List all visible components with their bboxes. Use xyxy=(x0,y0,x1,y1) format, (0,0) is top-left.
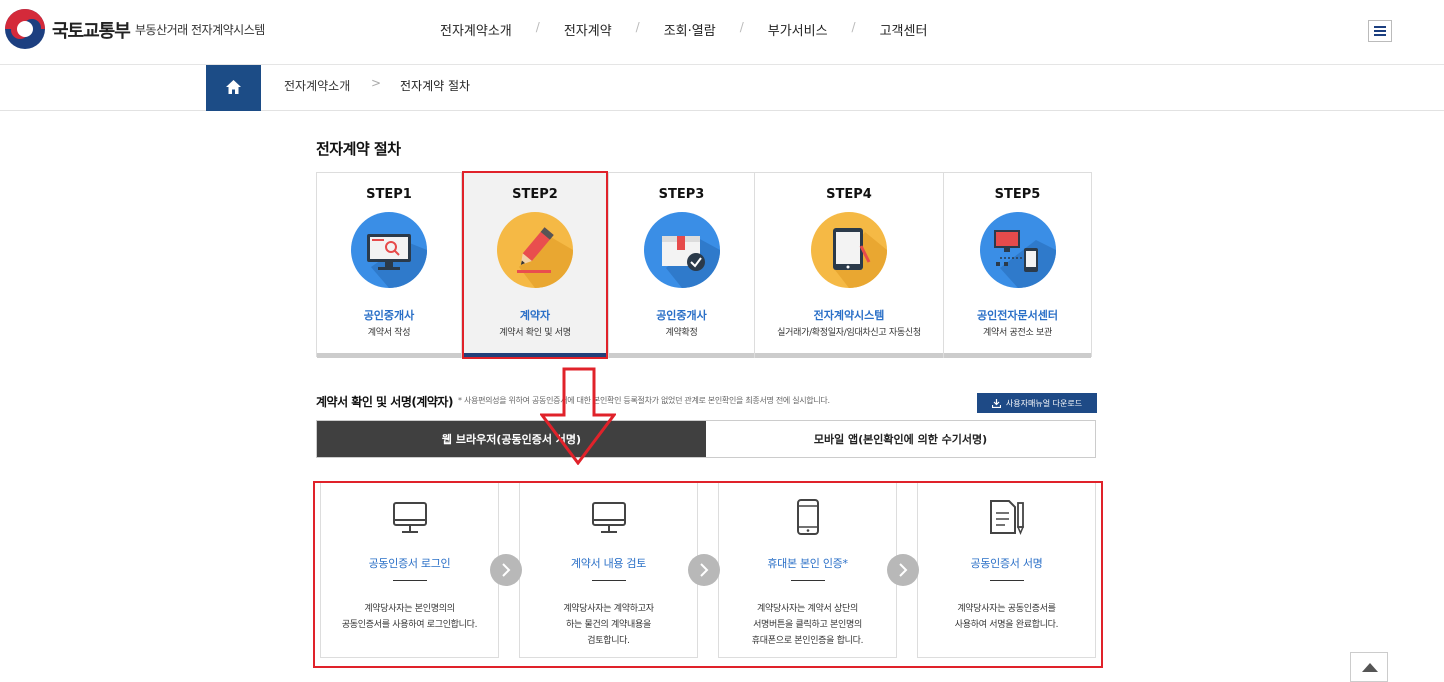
chevron-right-icon xyxy=(688,554,720,586)
nav-separator: / xyxy=(851,20,856,34)
hamburger-icon xyxy=(1374,26,1386,28)
step-role: 전자계약시스템 xyxy=(813,309,885,322)
download-icon xyxy=(991,398,1001,408)
ministry-logo-icon[interactable] xyxy=(5,9,45,49)
tab-mobile-app[interactable]: 모바일 앱(본인확인에 의한 수기서명) xyxy=(706,421,1095,457)
step-card-3: STEP3 공인중개사 계약확정 xyxy=(609,173,755,358)
home-button[interactable] xyxy=(206,65,261,111)
step-description: 실거래가/확정일자/임대차신고 자동신청 xyxy=(777,328,921,338)
section-note: * 사용편의성을 위하여 공동인증서에 대한 본인확인 등록절차가 없었던 관계… xyxy=(458,396,830,405)
step-description: 계약확정 xyxy=(665,328,698,338)
chevron-right-icon xyxy=(887,554,919,586)
step-role: 공인중개사 xyxy=(656,309,707,322)
nav-separator: / xyxy=(535,20,540,34)
breadcrumb-item-procedure[interactable]: 전자계약 절차 xyxy=(400,77,470,94)
computer-storage-icon xyxy=(979,212,1056,288)
tab-web-browser[interactable]: 웹 브라우저(공동인증서 서명) xyxy=(317,421,706,457)
step-role: 공인중개사 xyxy=(363,309,415,322)
step-number: STEP1 xyxy=(366,187,412,202)
step-card-5: STEP5 공인전자문서센터 계약서 공전소 보관 xyxy=(944,173,1091,358)
step-number: STEP3 xyxy=(658,187,705,202)
tablet-icon xyxy=(811,212,887,288)
step-list: STEP1 공인중개사 계약서 작성 STEP2 계약자 계약서 확인 및 서명… xyxy=(316,172,1092,358)
nav-item-customer-center[interactable]: 고객센터 xyxy=(880,20,928,39)
nav-separator: / xyxy=(739,20,744,34)
highlight-box-step2 xyxy=(462,171,608,359)
chevron-right-icon xyxy=(490,554,522,586)
nav-item-intro[interactable]: 전자계약소개 xyxy=(440,20,512,39)
global-nav: 전자계약소개 / 전자계약 / 조회·열람 / 부가서비스 / 고객센터 xyxy=(440,20,927,39)
step-role: 공인전자문서센터 xyxy=(977,309,1058,322)
section-title: 계약서 확인 및 서명(계약자) xyxy=(316,395,453,409)
manual-download-label: 사용자매뉴얼 다운로드 xyxy=(1005,398,1083,408)
system-name[interactable]: 부동산거래 전자계약시스템 xyxy=(135,21,265,38)
manual-download-button[interactable]: 사용자매뉴얼 다운로드 xyxy=(977,393,1097,413)
nav-item-extra-services[interactable]: 부가서비스 xyxy=(768,20,828,39)
step-number: STEP5 xyxy=(994,187,1041,202)
breadcrumb: 전자계약소개 > 전자계약 절차 xyxy=(0,65,1444,111)
nav-separator: / xyxy=(635,20,640,34)
page-title: 전자계약 절차 xyxy=(316,140,401,158)
step-card-1: STEP1 공인중개사 계약서 작성 xyxy=(317,173,462,358)
scroll-top-button[interactable] xyxy=(1350,652,1388,682)
nav-item-lookup[interactable]: 조회·열람 xyxy=(664,20,716,39)
step-number: STEP4 xyxy=(826,187,872,202)
step-description: 계약서 작성 xyxy=(367,328,411,338)
sign-method-tabs: 웹 브라우저(공동인증서 서명) 모바일 앱(본인확인에 의한 수기서명) xyxy=(316,420,1096,458)
red-arrow-down-icon xyxy=(540,367,616,465)
home-icon xyxy=(226,80,241,94)
ministry-name[interactable]: 국토교통부 xyxy=(52,17,131,43)
site-header: 국토교통부 부동산거래 전자계약시스템 전자계약소개 / 전자계약 / 조회·열… xyxy=(0,0,1444,65)
breadcrumb-item-intro[interactable]: 전자계약소개 xyxy=(284,77,350,94)
step-description: 계약서 공전소 보관 xyxy=(983,328,1052,338)
nav-item-contract[interactable]: 전자계약 xyxy=(564,20,612,39)
contract-confirm-icon xyxy=(643,212,720,288)
hamburger-menu-button[interactable] xyxy=(1368,20,1392,42)
breadcrumb-chevron-icon: > xyxy=(371,76,382,90)
monitor-search-icon xyxy=(351,212,427,288)
step-card-4: STEP4 전자계약시스템 실거래가/확정일자/임대차신고 자동신청 xyxy=(755,173,944,358)
